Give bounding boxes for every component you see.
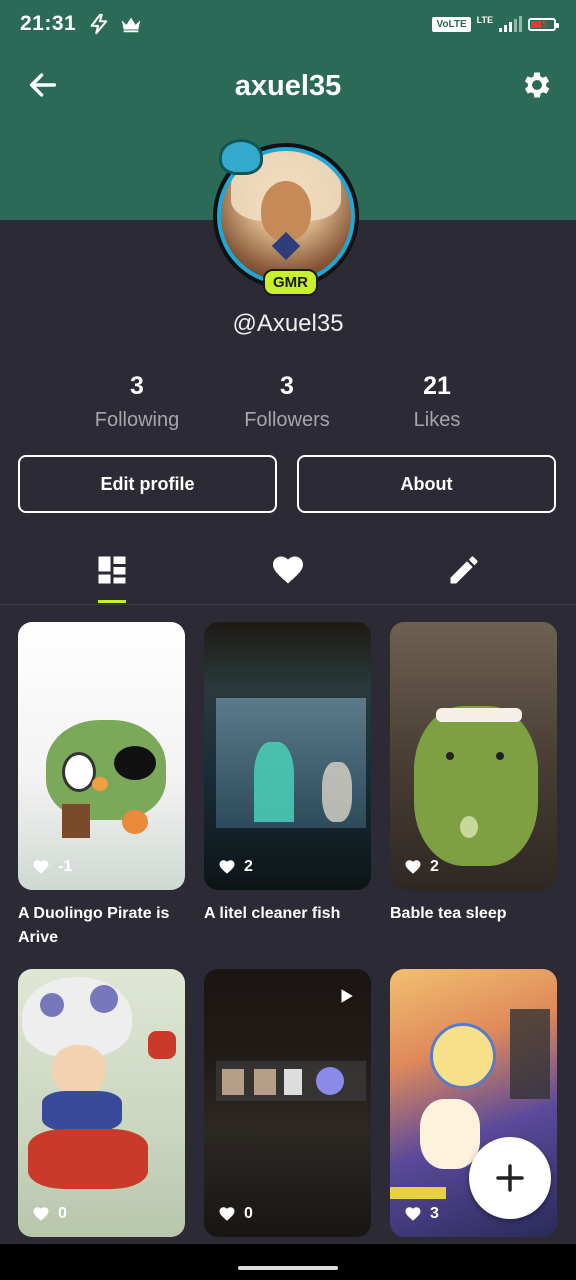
gear-icon: [524, 72, 550, 98]
battery-icon: 15: [528, 17, 559, 31]
grid-layout-icon: [98, 556, 126, 584]
play-icon: [341, 989, 353, 1003]
avatar-frame-decoration: [219, 139, 263, 175]
stat-following[interactable]: 3 Following: [62, 372, 212, 432]
post-like-count: 2: [404, 858, 439, 876]
tab-posts[interactable]: [94, 552, 134, 588]
about-button[interactable]: About: [297, 455, 556, 513]
heart-icon: [219, 1207, 235, 1221]
post-card[interactable]: 0: [18, 969, 185, 1237]
profile-handle: @Axuel35: [232, 310, 344, 337]
post-like-count: 0: [32, 1205, 67, 1223]
post-like-count: -1: [32, 858, 72, 876]
like-count-text: 0: [58, 1205, 67, 1222]
profile-stats: 3 Following 3 Followers 21 Likes: [62, 372, 512, 432]
post-like-count: 0: [218, 1205, 253, 1223]
heart-icon: [33, 860, 49, 874]
heart-icon: [273, 556, 303, 584]
plus-icon: [496, 1164, 524, 1192]
home-gesture-handle[interactable]: [238, 1266, 338, 1270]
post-title[interactable]: A Duolingo Pirate is Arive: [18, 902, 188, 950]
stat-value: 3: [280, 372, 294, 400]
heart-icon: [405, 1207, 421, 1221]
gmr-badge: GMR: [263, 269, 318, 296]
post-title[interactable]: Bable tea sleep: [390, 902, 560, 926]
stat-label: Following: [94, 409, 180, 431]
stat-value: 21: [423, 372, 451, 400]
avatar[interactable]: GMR: [213, 139, 363, 296]
create-post-button[interactable]: [469, 1137, 551, 1219]
post-title[interactable]: A litel cleaner fish: [204, 902, 374, 926]
post-card[interactable]: -1: [18, 622, 185, 890]
post-like-count: 3: [404, 1205, 439, 1223]
signal-icon: [499, 16, 522, 32]
battery-level: 15: [536, 18, 547, 29]
heart-icon: [219, 860, 235, 874]
stat-label: Likes: [413, 409, 461, 431]
tab-drafts[interactable]: [446, 552, 486, 588]
profile-tabs: [0, 540, 576, 605]
like-count-text: -1: [58, 858, 73, 875]
heart-icon: [405, 860, 421, 874]
post-like-count: 2: [218, 858, 253, 876]
edit-profile-button[interactable]: Edit profile: [18, 455, 277, 513]
stat-value: 3: [130, 372, 144, 400]
tab-liked[interactable]: [270, 552, 310, 588]
bolt-icon: [90, 13, 108, 35]
post-card[interactable]: 2: [204, 622, 371, 890]
heart-icon: [33, 1207, 49, 1221]
stat-label: Followers: [244, 409, 330, 431]
pencil-icon: [450, 556, 478, 584]
network-type: LTE: [476, 15, 493, 25]
like-count-text: 3: [430, 1205, 439, 1222]
like-count-text: 0: [244, 1205, 253, 1222]
active-tab-indicator: [98, 600, 126, 603]
post-card[interactable]: 2: [390, 622, 557, 890]
stat-likes: 21 Likes: [362, 372, 512, 432]
like-count-text: 2: [244, 858, 253, 875]
like-count-text: 2: [430, 858, 439, 875]
status-time: 21:31: [20, 12, 77, 35]
volte-indicator: VoLTE: [432, 16, 471, 32]
post-card[interactable]: 0: [204, 969, 371, 1237]
stat-followers[interactable]: 3 Followers: [212, 372, 362, 432]
status-bar: 21:31 VoLTE LTE 15: [0, 0, 576, 48]
system-nav-bar: [0, 1244, 576, 1280]
page-title: axuel35: [234, 70, 342, 102]
settings-button[interactable]: [520, 68, 554, 102]
crown-icon: [122, 17, 141, 33]
